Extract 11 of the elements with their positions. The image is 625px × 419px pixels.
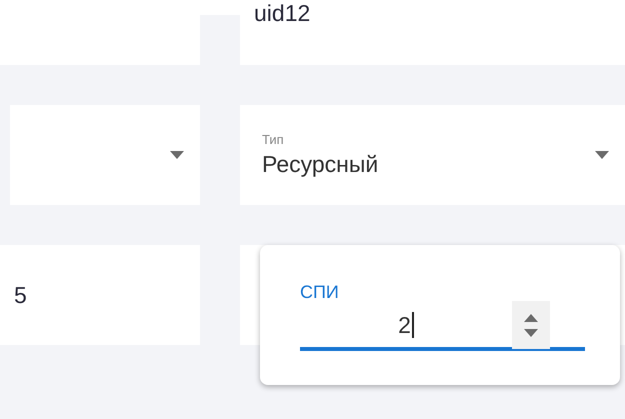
- dropdown-arrow-icon: [170, 151, 184, 159]
- number-input[interactable]: 2: [300, 303, 585, 351]
- dropdown-arrow-icon: [595, 151, 609, 159]
- field-label: Тип: [262, 132, 284, 147]
- field-label: СПИ: [300, 282, 339, 303]
- field-value[interactable]: 5: [14, 282, 27, 308]
- selected-value: Ресурсный: [262, 151, 378, 178]
- up-arrow-icon: [524, 314, 538, 322]
- down-arrow-icon: [524, 328, 538, 336]
- spinner[interactable]: [512, 301, 550, 349]
- field-value[interactable]: uid12: [254, 0, 310, 27]
